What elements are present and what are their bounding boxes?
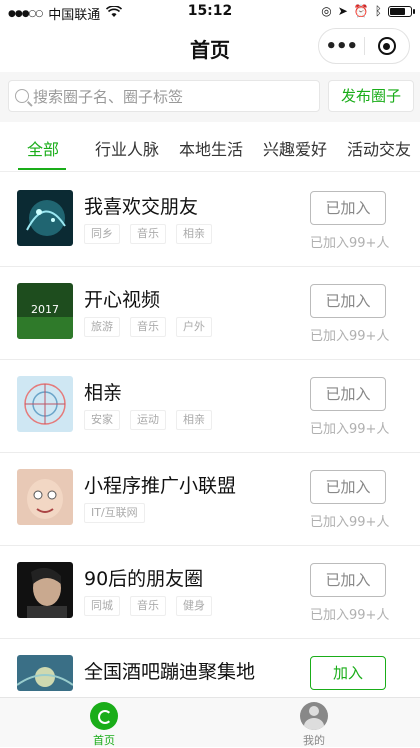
tag: 户外 <box>176 317 212 337</box>
circle-name: 全国酒吧蹦迪聚集地 <box>84 661 256 683</box>
alarm-icon: ⏰ <box>353 4 369 18</box>
circle-thumbnail <box>17 469 73 525</box>
member-count: 已加入99+人 <box>310 236 390 251</box>
list-item[interactable]: 2017 开心视频 旅游 音乐 户外 已加入 已加入99+人 <box>0 267 420 360</box>
joined-button[interactable]: 已加入 <box>310 191 386 225</box>
joined-button[interactable]: 已加入 <box>310 284 386 318</box>
search-bar: 搜索圈子名、圈子标签 发布圈子 <box>0 72 420 122</box>
tag: 旅游 <box>84 317 120 337</box>
category-tabs: 全部 行业人脉 本地生活 兴趣爱好 活动交友 <box>0 122 420 172</box>
tag: 健身 <box>176 596 212 616</box>
tab-all[interactable]: 全部 <box>27 136 59 160</box>
list-item[interactable]: 相亲 安家 运动 相亲 已加入 已加入99+人 <box>0 360 420 453</box>
member-count: 已加入99+人 <box>310 329 390 344</box>
tab-hobbies[interactable]: 兴趣爱好 <box>263 136 327 160</box>
circle-tags: 安家 运动 相亲 <box>84 410 212 430</box>
publish-circle-button[interactable]: 发布圈子 <box>328 80 414 112</box>
bluetooth-icon: ᛒ <box>374 4 382 18</box>
circle-tags: 旅游 音乐 户外 <box>84 317 212 337</box>
tag: 音乐 <box>130 224 166 244</box>
member-count: 已加入99+人 <box>310 422 390 437</box>
joined-button[interactable]: 已加入 <box>310 377 386 411</box>
home-icon <box>90 702 118 730</box>
list-item[interactable]: 我喜欢交朋友 同乡 音乐 相亲 已加入 已加入99+人 <box>0 174 420 267</box>
circle-thumbnail <box>17 562 73 618</box>
circle-name: 90后的朋友圈 <box>84 568 204 590</box>
user-icon <box>300 702 328 730</box>
tag: IT/互联网 <box>84 503 145 523</box>
search-placeholder: 搜索圈子名、圈子标签 <box>33 87 184 106</box>
close-mini-program-button[interactable] <box>364 37 409 55</box>
circle-thumbnail <box>17 655 73 691</box>
tab-industry[interactable]: 行业人脉 <box>95 136 159 160</box>
tag: 相亲 <box>176 224 212 244</box>
search-input[interactable]: 搜索圈子名、圈子标签 <box>8 80 320 112</box>
active-tab-indicator <box>18 168 66 170</box>
tabbar-me[interactable]: 我的 <box>274 702 354 748</box>
tab-events[interactable]: 活动交友 <box>347 136 411 160</box>
battery-icon <box>388 5 415 17</box>
circle-thumbnail: 2017 <box>17 283 73 339</box>
svg-text:2017: 2017 <box>31 303 59 316</box>
list-item[interactable]: 90后的朋友圈 同城 音乐 健身 已加入 已加入99+人 <box>0 546 420 639</box>
status-right: ◎ ➤ ⏰ ᛒ <box>321 4 415 18</box>
target-icon <box>377 37 396 55</box>
tab-local-life[interactable]: 本地生活 <box>179 136 243 160</box>
tag: 相亲 <box>176 410 212 430</box>
tabbar-home[interactable]: 首页 <box>64 702 144 748</box>
circle-name: 相亲 <box>84 382 123 404</box>
bottom-tab-bar: 首页 我的 <box>0 697 420 747</box>
search-icon <box>15 89 29 103</box>
mini-program-capsule: ••• <box>318 28 410 64</box>
circle-name: 我喜欢交朋友 <box>84 196 199 218</box>
tag: 同乡 <box>84 224 120 244</box>
circle-name: 小程序推广小联盟 <box>84 475 237 497</box>
join-button[interactable]: 加入 <box>310 656 386 690</box>
status-bar: ●●●○○ 中国联通 15:12 ◎ ➤ ⏰ ᛒ <box>0 0 420 24</box>
joined-button[interactable]: 已加入 <box>310 470 386 504</box>
circle-list: 我喜欢交朋友 同乡 音乐 相亲 已加入 已加入99+人 2017 开心视频 旅游… <box>0 174 420 732</box>
tag: 音乐 <box>130 596 166 616</box>
tag: 运动 <box>130 410 166 430</box>
circle-thumbnail <box>17 190 73 246</box>
lock-rotation-icon: ◎ <box>321 4 332 18</box>
list-item[interactable]: 小程序推广小联盟 IT/互联网 已加入 已加入99+人 <box>0 453 420 546</box>
location-icon: ➤ <box>337 4 348 18</box>
tabbar-home-label: 首页 <box>93 734 115 747</box>
tag: 安家 <box>84 410 120 430</box>
more-menu-icon[interactable]: ••• <box>319 36 364 57</box>
circle-name: 开心视频 <box>84 289 161 311</box>
circle-thumbnail <box>17 376 73 432</box>
navigation-bar: 首页 ••• <box>0 24 420 70</box>
circle-tags: IT/互联网 <box>84 503 145 523</box>
tag: 同城 <box>84 596 120 616</box>
tabbar-me-label: 我的 <box>303 734 325 747</box>
joined-button[interactable]: 已加入 <box>310 563 386 597</box>
tag: 音乐 <box>130 317 166 337</box>
circle-tags: 同城 音乐 健身 <box>84 596 212 616</box>
circle-tags: 同乡 音乐 相亲 <box>84 224 212 244</box>
member-count: 已加入99+人 <box>310 608 390 623</box>
member-count: 已加入99+人 <box>310 515 390 530</box>
